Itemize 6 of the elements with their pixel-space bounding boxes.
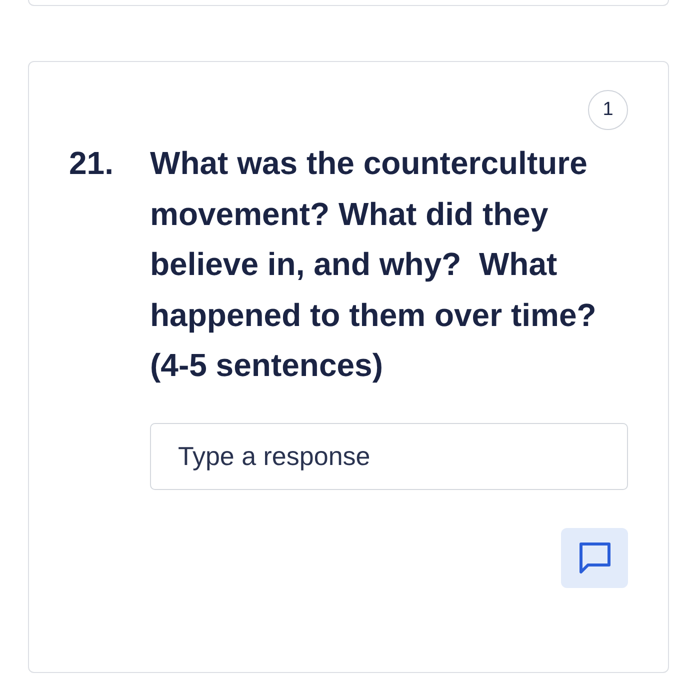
question-text: What was the counterculture movement? What did they believe in, and why? What happened to them over time? (4-5 sentences) [150,144,598,385]
points-badge: 1 [588,90,628,130]
question-number: 21. [69,144,114,183]
response-field[interactable]: Type a response [150,422,628,490]
comment-icon [576,540,612,574]
comment-button[interactable] [561,528,628,588]
